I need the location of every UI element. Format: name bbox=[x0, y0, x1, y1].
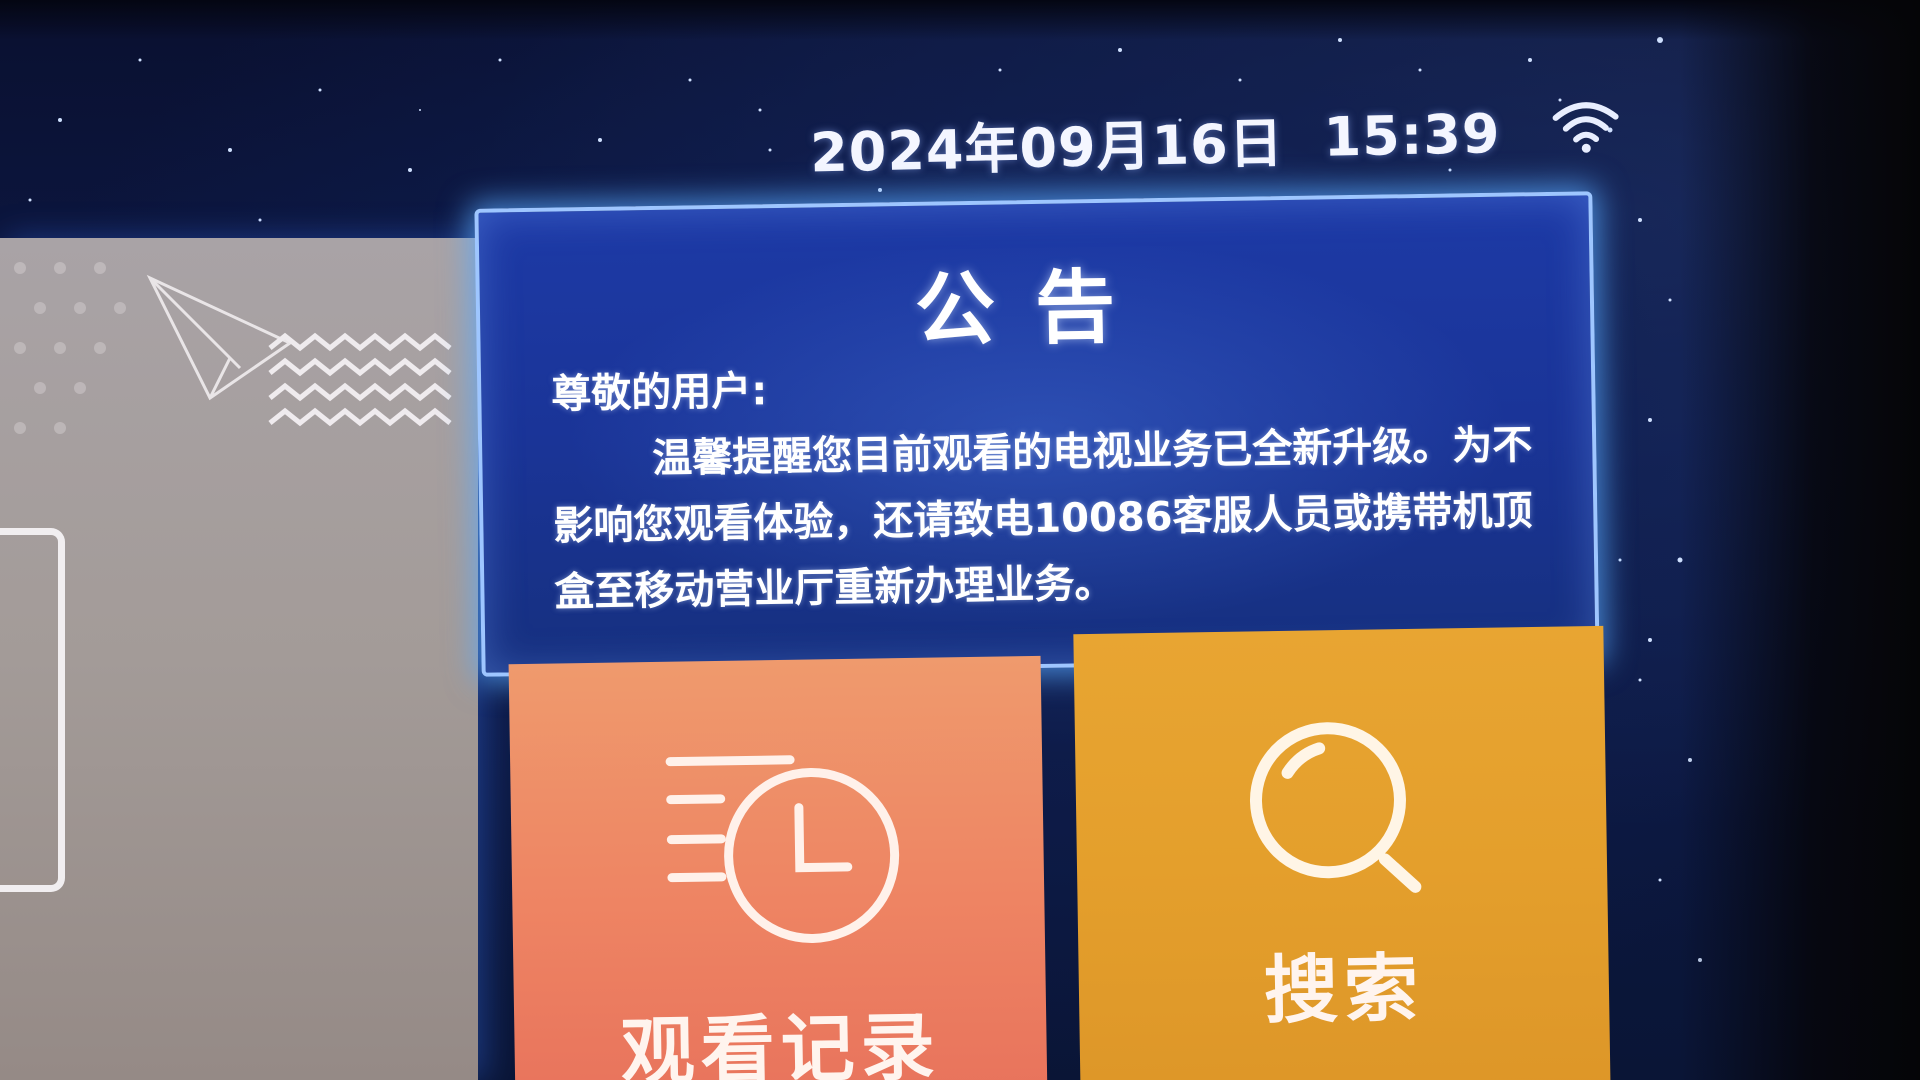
focus-frame bbox=[0, 528, 65, 892]
status-bar: 2024年09月16日 15:39 bbox=[809, 92, 1623, 188]
screen-bezel-top bbox=[0, 0, 1920, 40]
search-label: 搜索 bbox=[1263, 945, 1425, 1035]
clock-history-icon bbox=[665, 755, 900, 943]
tv-home-screen: 2024年09月16日 15:39 公告 尊敬的用户: 温馨提醒您目前观看的电视… bbox=[0, 0, 1920, 1080]
announcement-panel[interactable]: 公告 尊敬的用户: 温馨提醒您目前观看的电视业务已全新升级。为不影响您观看体验，… bbox=[474, 191, 1600, 677]
dot-pattern bbox=[14, 262, 126, 434]
screen-bezel-right bbox=[1680, 0, 1920, 1080]
watch-history-tile[interactable]: 观看记录 bbox=[508, 655, 1048, 1080]
wifi-icon bbox=[1553, 101, 1620, 153]
left-banner-tile[interactable] bbox=[0, 238, 478, 1080]
announcement-body: 尊敬的用户: 温馨提醒您目前观看的电视业务已全新升级。为不影响您观看体验，还请致… bbox=[551, 346, 1535, 625]
paper-plane-graphic bbox=[146, 274, 452, 427]
watch-history-label: 观看记录 bbox=[620, 1004, 942, 1080]
search-icon bbox=[1249, 722, 1422, 893]
status-date: 2024年09月16日 bbox=[809, 111, 1285, 185]
search-tile[interactable]: 搜索 bbox=[1073, 625, 1611, 1080]
announcement-paragraph: 温馨提醒您目前观看的电视业务已全新升级。为不影响您观看体验，还请致电10086客… bbox=[553, 422, 1533, 616]
status-time: 15:39 bbox=[1322, 102, 1502, 169]
